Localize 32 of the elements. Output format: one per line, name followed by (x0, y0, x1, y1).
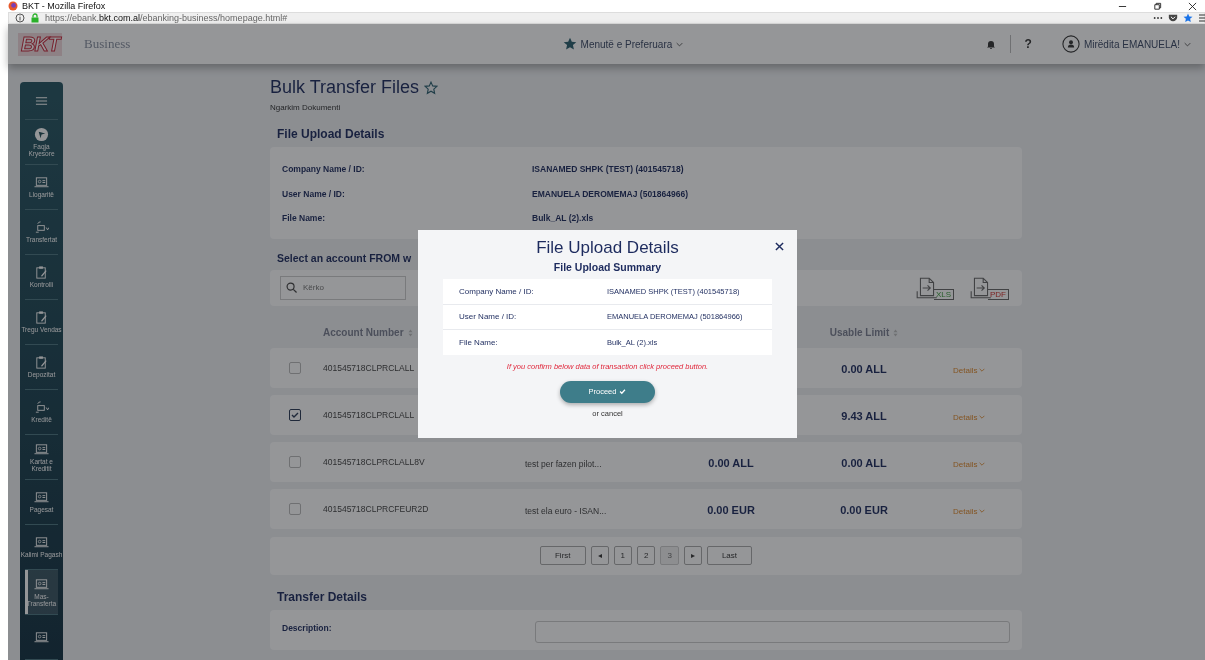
field-value: ISANAMED SHPK (TEST) (401545718) (532, 164, 684, 175)
usable-limit: 0.00 ALL (841, 456, 887, 469)
section-heading: Transfer Details (277, 589, 368, 604)
field-label: Description: (282, 622, 333, 633)
page-subtitle: Ngarkim Dokumenti (270, 103, 341, 112)
modal-title: File Upload Details (536, 238, 679, 258)
account-number: 401545718CLPRCLALL (323, 409, 415, 420)
field-label: File Name: (282, 213, 326, 224)
balance-amount: 0.00 EUR (707, 503, 755, 516)
field-value: Bulk_AL (2).xls (532, 213, 594, 224)
product-name: Business (84, 36, 131, 52)
balance-amount: 0.00 ALL (708, 456, 754, 469)
section-heading: Select an account FROM w (277, 251, 412, 264)
url-text: https://ebank.bkt.com.al/ebanking-business/homepage.html# (45, 13, 288, 23)
account-number: 401545718CLPRCLALL (323, 362, 415, 373)
field-label: User Name / ID: (282, 188, 346, 199)
field-label: Company Name / ID: (282, 164, 366, 175)
account-number: 401545718CLPRCFEUR2D (323, 503, 429, 514)
account-description: test per fazen pilot... (525, 458, 602, 469)
field-label: User Name / ID: (458, 312, 518, 322)
page-title: Bulk Transfer Files (270, 77, 420, 98)
account-description: test ela euro - ISAN... (525, 505, 607, 516)
section-heading: File Upload Details (277, 127, 385, 141)
usable-limit: 0.00 ALL (841, 362, 887, 375)
window-title: BKT - Mozilla Firefox (22, 1, 106, 11)
usable-limit: 0.00 EUR (840, 503, 888, 516)
field-label: File Name: (458, 337, 499, 347)
field-value: EMANUELA DEROMEMAJ (501864966) (532, 188, 689, 199)
modal-subtitle: File Upload Summary (553, 261, 662, 273)
usable-limit: 9.43 ALL (841, 409, 887, 422)
account-number: 401545718CLPRCLALL8V (323, 456, 425, 467)
field-label: Company Name / ID: (458, 286, 535, 296)
